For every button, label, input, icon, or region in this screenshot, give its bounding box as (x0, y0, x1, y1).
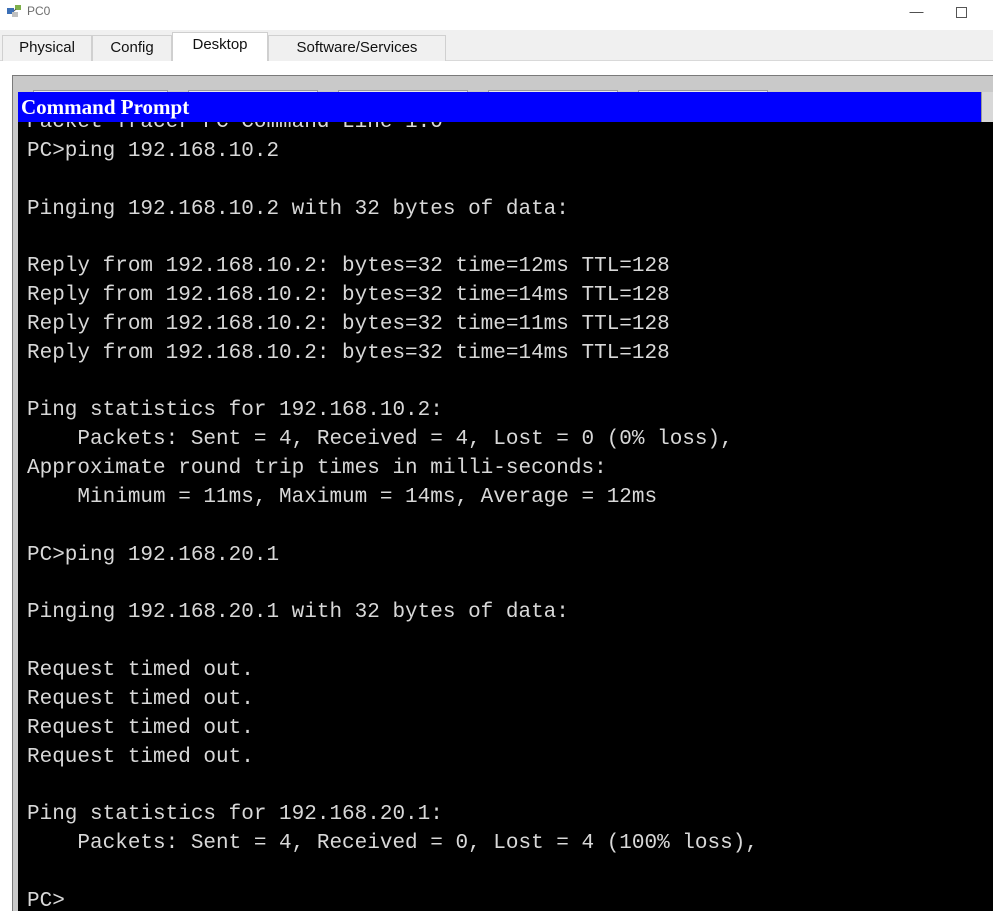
terminal-line: Packets: Sent = 4, Received = 0, Lost = … (27, 832, 758, 856)
terminal-output[interactable]: Packet Tracer PC Command Line 1.0 PC>ping… (27, 109, 987, 911)
terminal-line: Reply from 192.168.10.2: bytes=32 time=1… (27, 284, 670, 308)
minimize-icon: — (909, 3, 924, 19)
terminal-line: Request timed out. (27, 745, 254, 769)
window-title: PC0 (27, 4, 51, 18)
tab-physical[interactable]: Physical (2, 35, 92, 61)
tab-config[interactable]: Config (92, 35, 172, 61)
maximize-button[interactable] (939, 0, 984, 26)
minimize-button[interactable]: — (894, 0, 939, 26)
command-prompt-title: Command Prompt (21, 95, 190, 119)
terminal-line: PC> (27, 889, 65, 911)
terminal-line: Approximate round trip times in milli-se… (27, 457, 607, 481)
scrollbar[interactable] (981, 92, 993, 122)
terminal-line: PC>ping 192.168.20.1 (27, 543, 280, 567)
terminal-line: Reply from 192.168.10.2: bytes=32 time=1… (27, 341, 670, 365)
terminal-line: Packets: Sent = 4, Received = 4, Lost = … (27, 428, 733, 452)
pc-app-icon (6, 3, 22, 19)
maximize-icon (956, 7, 967, 18)
terminal-line: Request timed out. (27, 687, 254, 711)
terminal-line: PC>ping 192.168.10.2 (27, 139, 280, 163)
terminal-line: Request timed out. (27, 716, 254, 740)
tab-strip: Physical Config Desktop Software/Service… (0, 30, 993, 61)
command-prompt-window[interactable]: Command Prompt Packet Tracer PC Command … (18, 92, 993, 911)
tab-desktop[interactable]: Desktop (172, 32, 268, 61)
terminal-line: Ping statistics for 192.168.20.1: (27, 803, 443, 827)
terminal-line: Request timed out. (27, 659, 254, 683)
tab-software-services[interactable]: Software/Services (268, 35, 446, 61)
terminal-line: Minimum = 11ms, Maximum = 14ms, Average … (27, 485, 658, 509)
terminal-line: Pinging 192.168.10.2 with 32 bytes of da… (27, 197, 569, 221)
command-prompt-titlebar: Command Prompt (18, 92, 993, 122)
terminal-line: Pinging 192.168.20.1 with 32 bytes of da… (27, 601, 569, 625)
terminal-line: Ping statistics for 192.168.10.2: (27, 399, 443, 423)
window-titlebar: PC0 — (0, 0, 993, 30)
terminal-line: Reply from 192.168.10.2: bytes=32 time=1… (27, 312, 670, 336)
terminal-line: Reply from 192.168.10.2: bytes=32 time=1… (27, 255, 670, 279)
